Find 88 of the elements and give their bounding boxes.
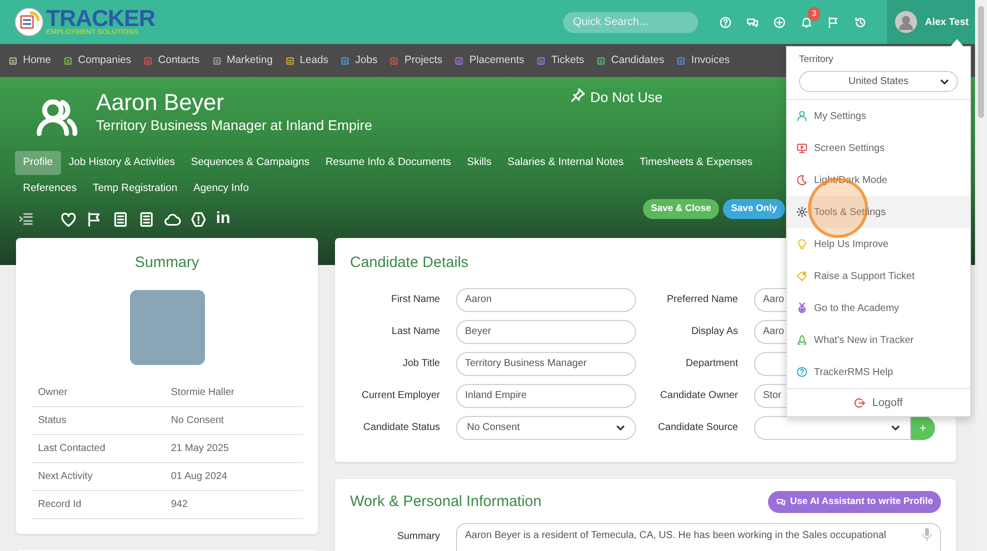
summary-label: Last Contacted	[37, 442, 106, 456]
field-label: Candidate Source	[656, 421, 738, 435]
nav-link[interactable]: Projects	[389, 52, 442, 68]
nav-link[interactable]: Companies	[63, 52, 132, 68]
field-label: Display As	[690, 325, 738, 339]
logo-icon	[14, 7, 44, 37]
summary-label: Next Activity	[37, 470, 94, 484]
select-field[interactable]: No Consent	[456, 416, 636, 440]
nav-link[interactable]: Placements	[454, 52, 524, 68]
summary-value: 942	[171, 498, 188, 512]
chevron-icon	[940, 78, 949, 85]
candidate-name: Aaron Beyer	[96, 89, 225, 115]
warning-icon[interactable]	[190, 210, 207, 228]
summary-value: Stormie Haller	[171, 386, 234, 400]
profile-tab[interactable]: Salaries & Internal Notes	[499, 151, 632, 175]
field-label: Candidate Status	[362, 421, 440, 435]
menu-item[interactable]: Help Us Improve	[787, 228, 970, 260]
logoff-link[interactable]: Logoff	[787, 388, 970, 416]
menu-item[interactable]: Screen Settings	[787, 132, 970, 164]
field-label: Preferred Name	[666, 293, 738, 307]
logo-text: TRACKER	[46, 7, 155, 29]
profile-tab[interactable]: Sequences & Campaigns	[182, 151, 318, 175]
profile-tab[interactable]: Temp Registration	[84, 176, 186, 200]
summary-value: 21 May 2025	[171, 442, 229, 456]
candidate-subtitle: Territory Business Manager at Inland Empire	[96, 116, 372, 135]
ai-assistant-button[interactable]: Use AI Assistant to write Profile	[768, 490, 941, 513]
chat-icon	[776, 496, 786, 507]
summary-label: Status	[37, 414, 68, 428]
add-icon[interactable]	[773, 16, 786, 28]
chevron-icon	[616, 424, 625, 430]
linkedin-logo[interactable]: in	[216, 211, 230, 227]
profile-tab[interactable]: Agency Info	[185, 176, 257, 200]
summary-textarea[interactable]: Aaron Beyer is a resident of Temecula, CA, US. He has been working in the Sales occupational	[456, 523, 941, 551]
nav-link[interactable]: Contacts	[143, 52, 200, 68]
heart-icon[interactable]	[60, 210, 77, 228]
chevron-icon	[891, 424, 900, 430]
summary-label: Owner	[37, 386, 68, 400]
field-label: Job Title	[402, 357, 440, 371]
menu-item[interactable]: TrackerRMS Help	[787, 356, 970, 388]
summary-value: 01 Aug 2024	[171, 470, 228, 484]
nav-link[interactable]: Jobs	[340, 52, 378, 68]
history-icon[interactable]	[854, 16, 867, 28]
nav-link[interactable]: Candidates	[596, 52, 664, 68]
summary-value: No Consent	[171, 414, 224, 428]
input-field[interactable]: Territory Business Manager	[456, 352, 636, 376]
bell-icon[interactable]	[800, 16, 813, 28]
nav-link[interactable]: Marketing	[212, 52, 273, 68]
profile-tab[interactable]: Timesheets & Expenses	[632, 151, 760, 175]
document-icon[interactable]	[138, 210, 155, 228]
flag-label: Do Not Use	[590, 88, 663, 107]
notification-badge: 3	[808, 6, 820, 20]
field-label: Current Employer	[360, 389, 440, 403]
logout-icon	[854, 396, 866, 409]
field-label: Last Name	[390, 325, 440, 339]
user-name[interactable]: Alex Test	[925, 14, 969, 30]
avatar-icon[interactable]	[895, 11, 917, 33]
card-title: Candidate Details	[350, 253, 470, 273]
profile-tab[interactable]: Skills	[458, 151, 500, 175]
card-title: Summary	[134, 253, 200, 273]
profile-tab[interactable]: Job History & Activities	[60, 151, 183, 175]
summary-label: Record Id	[37, 498, 82, 512]
field-label: First Name	[390, 293, 440, 307]
field-label: Candidate Owner	[659, 389, 738, 403]
profile-tab[interactable]: References	[15, 176, 85, 200]
territory-select[interactable]: United States	[799, 71, 958, 92]
nav-link[interactable]: Leads	[284, 52, 328, 68]
card-title: Work & Personal Information	[350, 492, 542, 512]
input-field[interactable]: Beyer	[456, 320, 636, 344]
nav-link[interactable]: Tickets	[536, 52, 584, 68]
input-field[interactable]: Inland Empire	[456, 384, 636, 408]
menu-item[interactable]: Raise a Support Ticket	[787, 260, 970, 292]
document-icon[interactable]	[112, 210, 129, 228]
territory-label: Territory	[799, 53, 834, 67]
menu-item[interactable]: What's New in Tracker	[787, 324, 970, 356]
menu-item[interactable]: Go to the Academy	[787, 292, 970, 324]
profile-tab[interactable]: Profile	[15, 151, 61, 175]
help-icon[interactable]	[719, 16, 732, 28]
nav-link[interactable]: Invoices	[676, 52, 730, 68]
chat-icon[interactable]	[746, 16, 759, 28]
nav-link[interactable]: Home	[8, 52, 52, 68]
menu-item[interactable]: My Settings	[787, 100, 970, 132]
field-label: Department	[684, 357, 738, 371]
pin-icon	[570, 87, 586, 103]
field-label: Summary	[396, 530, 440, 544]
microphone-icon[interactable]	[922, 528, 932, 541]
input-field[interactable]: Aaron	[456, 288, 636, 312]
collapse-icon	[18, 211, 34, 227]
profile-tab[interactable]: Resume Info & Documents	[317, 151, 459, 175]
